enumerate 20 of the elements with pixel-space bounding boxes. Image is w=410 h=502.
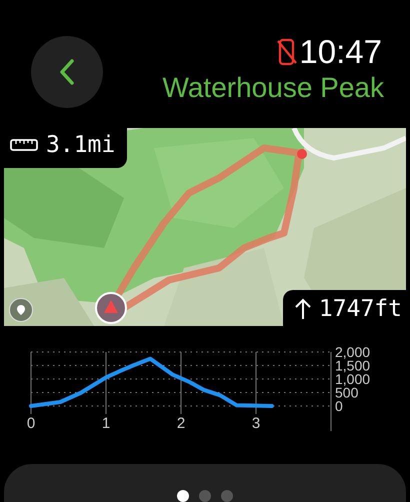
clock-time: 10:47 [299,33,382,71]
trail-title: Waterhouse Peak [162,71,384,105]
page-dot[interactable] [177,490,189,502]
location-pin-icon [15,304,27,316]
x-axis-label: 0 [26,415,36,432]
elevation-gain-value: 1747ft [318,296,402,322]
arrow-up-icon [294,298,311,320]
y-axis-label: 2,000 [335,344,370,360]
ruler-icon [10,139,38,151]
x-axis-label: 1 [102,415,110,432]
page-dot[interactable] [221,490,233,502]
page-dot[interactable] [199,490,211,502]
y-axis-label: 0 [335,398,343,414]
y-axis-label: 500 [335,384,358,400]
chevron-left-icon [58,58,76,86]
y-axis-label: 1,500 [335,358,370,374]
y-axis-label: 1,000 [335,371,370,387]
x-axis-label: 3 [252,415,260,432]
x-axis-label: 2 [176,415,186,432]
distance-value: 3.1mi [46,132,116,158]
